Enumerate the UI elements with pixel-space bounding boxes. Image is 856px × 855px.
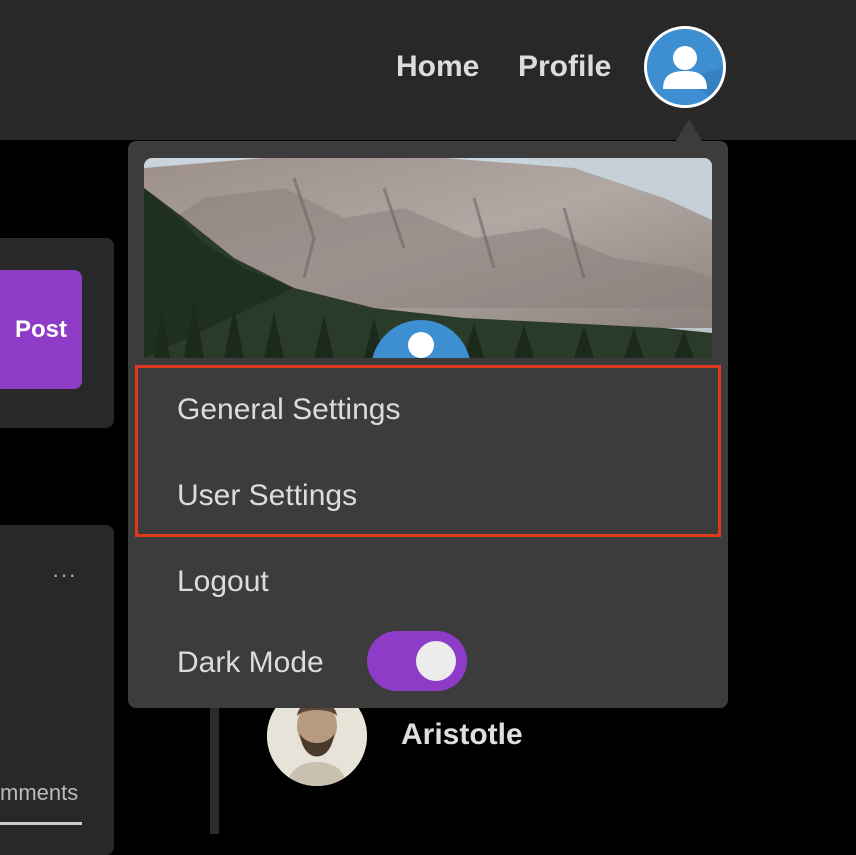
more-options-icon[interactable]: ··· — [52, 562, 77, 588]
top-nav-bar: Home Profile — [0, 0, 856, 140]
comments-tab[interactable]: mments — [0, 780, 78, 806]
mountain-forest-image — [144, 158, 712, 358]
dark-mode-label: Dark Mode — [177, 646, 324, 679]
user-avatar-icon — [647, 29, 723, 105]
general-settings-item[interactable]: General Settings — [177, 393, 400, 427]
nav-home-link[interactable]: Home — [396, 50, 479, 84]
post-button[interactable]: Post — [0, 270, 82, 389]
nav-profile-link[interactable]: Profile — [518, 50, 611, 84]
toggle-knob — [416, 641, 456, 681]
logout-item[interactable]: Logout — [177, 565, 269, 599]
user-dropdown-menu: General Settings User Settings Logout Da… — [128, 141, 728, 708]
profile-name[interactable]: Aristotle — [401, 718, 523, 752]
dropdown-caret — [676, 119, 702, 141]
comments-tab-underline — [0, 822, 82, 825]
column-divider — [210, 700, 219, 834]
user-settings-item[interactable]: User Settings — [177, 479, 357, 513]
dark-mode-toggle[interactable] — [367, 631, 467, 691]
user-avatar-button[interactable] — [644, 26, 726, 108]
cover-image — [144, 158, 712, 358]
